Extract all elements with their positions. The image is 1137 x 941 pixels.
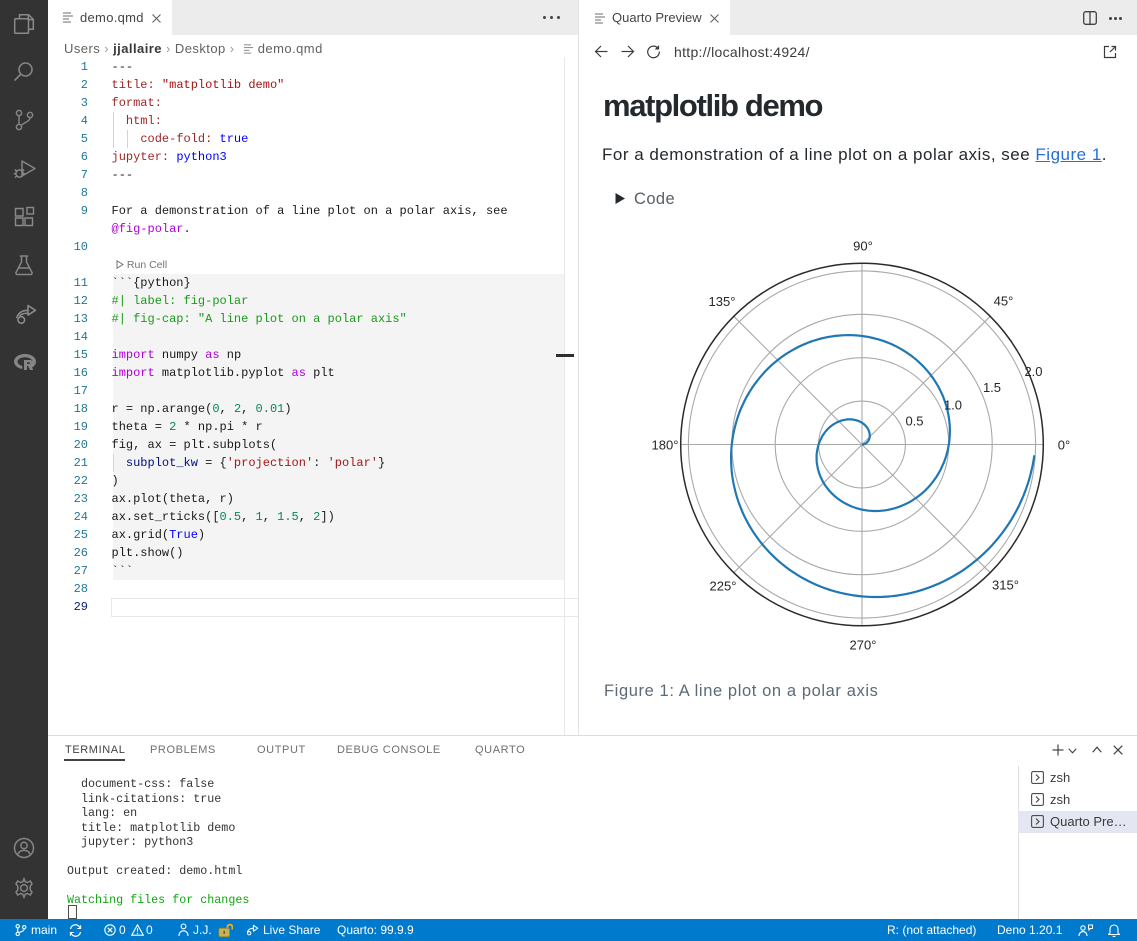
svg-text:2.0: 2.0 (1024, 364, 1042, 379)
svg-text:270°: 270° (850, 638, 877, 653)
svg-text:90°: 90° (853, 239, 873, 254)
svg-text:0.5: 0.5 (905, 414, 923, 429)
svg-text:45°: 45° (994, 294, 1014, 309)
svg-text:180°: 180° (652, 438, 679, 453)
svg-text:135°: 135° (709, 294, 736, 309)
svg-text:1.5: 1.5 (983, 380, 1001, 395)
svg-text:225°: 225° (710, 579, 737, 594)
svg-text:0°: 0° (1058, 438, 1070, 453)
svg-text:1.0: 1.0 (944, 398, 962, 413)
svg-text:315°: 315° (992, 578, 1019, 593)
